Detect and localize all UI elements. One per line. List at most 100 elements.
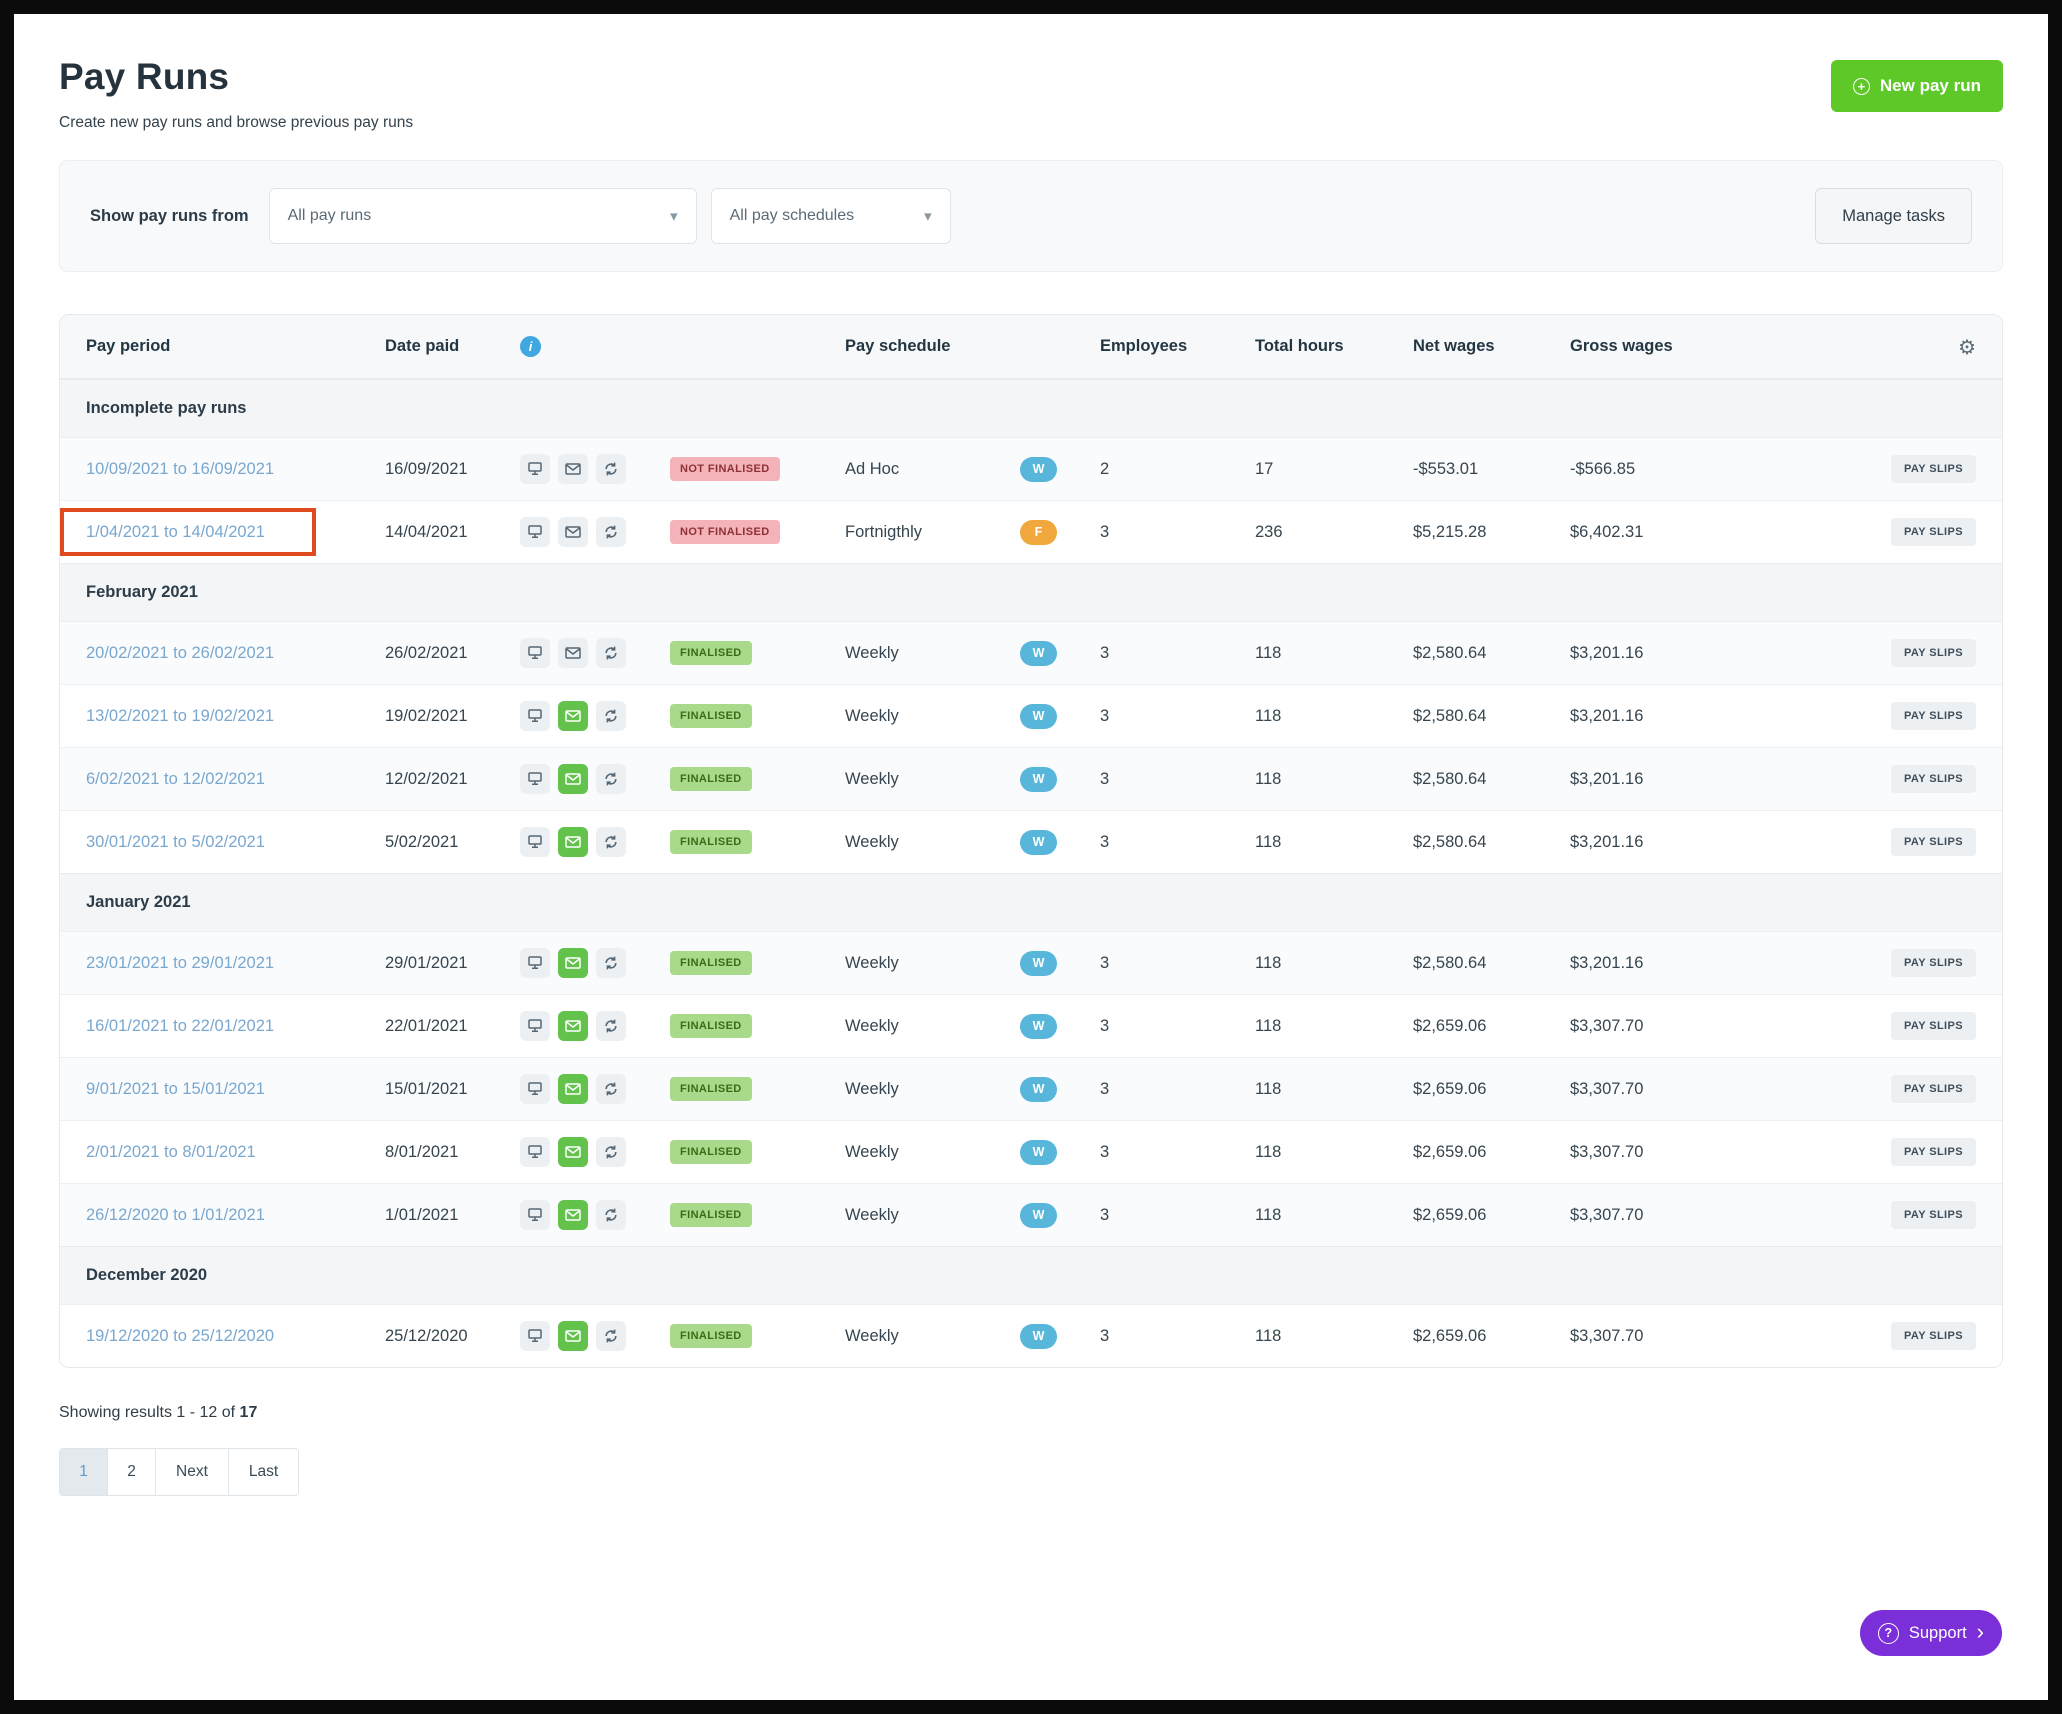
pay-period-link[interactable]: 10/09/2021 to 16/09/2021 — [86, 460, 274, 479]
pay-schedule-cell: Weekly — [835, 1121, 1010, 1183]
status-cell: FINALISED — [660, 995, 835, 1057]
recalculate-icon[interactable] — [596, 827, 626, 857]
recalculate-icon[interactable] — [596, 948, 626, 978]
row-actions-cell: PAY SLIPS — [1730, 811, 2002, 873]
status-badge: FINALISED — [670, 830, 752, 854]
journal-icon[interactable] — [520, 764, 550, 794]
pay-schedules-filter-dropdown[interactable]: All pay schedules ▾ — [711, 188, 951, 244]
pay-slips-button[interactable]: PAY SLIPS — [1891, 1322, 1976, 1350]
support-button[interactable]: ? Support › — [1860, 1610, 2002, 1656]
pay-slips-button[interactable]: PAY SLIPS — [1891, 1138, 1976, 1166]
recalculate-icon[interactable] — [596, 701, 626, 731]
pay-period-link[interactable]: 30/01/2021 to 5/02/2021 — [86, 833, 265, 852]
pay-slips-button[interactable]: PAY SLIPS — [1891, 1075, 1976, 1103]
journal-icon[interactable] — [520, 948, 550, 978]
pay-slips-button[interactable]: PAY SLIPS — [1891, 1012, 1976, 1040]
pay-period-link[interactable]: 23/01/2021 to 29/01/2021 — [86, 954, 274, 973]
pay-schedule-cell: Fortnigthly — [835, 501, 1010, 563]
pagination-next[interactable]: Next — [156, 1449, 229, 1495]
table-row: 9/01/2021 to 15/01/2021 15/01/2021 FINAL… — [60, 1057, 2002, 1120]
email-icon[interactable] — [558, 1137, 588, 1167]
frequency-cell: W — [1010, 1058, 1090, 1120]
header-actions: ⚙ — [1730, 315, 2002, 378]
group-label: Incomplete pay runs — [86, 399, 246, 418]
pagination-last[interactable]: Last — [229, 1449, 298, 1495]
status-badge: FINALISED — [670, 767, 752, 791]
info-icon[interactable]: i — [520, 336, 541, 357]
pay-period-link[interactable]: 26/12/2020 to 1/01/2021 — [86, 1206, 265, 1225]
pagination-page-2[interactable]: 2 — [108, 1449, 156, 1495]
pay-slips-button[interactable]: PAY SLIPS — [1891, 639, 1976, 667]
pay-slips-button[interactable]: PAY SLIPS — [1891, 1201, 1976, 1229]
frequency-cell: W — [1010, 1121, 1090, 1183]
table-row: 2/01/2021 to 8/01/2021 8/01/2021 FINALIS… — [60, 1120, 2002, 1183]
pay-slips-button[interactable]: PAY SLIPS — [1891, 518, 1976, 546]
row-action-icons — [510, 1305, 660, 1367]
journal-icon[interactable] — [520, 1074, 550, 1104]
net-wages-cell: $2,659.06 — [1403, 1184, 1560, 1246]
journal-icon[interactable] — [520, 1321, 550, 1351]
pay-period-link[interactable]: 1/04/2021 to 14/04/2021 — [86, 523, 265, 542]
email-icon[interactable] — [558, 948, 588, 978]
pagination-page-1[interactable]: 1 — [60, 1449, 108, 1495]
journal-icon[interactable] — [520, 638, 550, 668]
plus-circle-icon: + — [1853, 78, 1870, 95]
journal-icon[interactable] — [520, 827, 550, 857]
frequency-cell: W — [1010, 1305, 1090, 1367]
gear-icon[interactable]: ⚙ — [1958, 335, 1976, 359]
recalculate-icon[interactable] — [596, 1200, 626, 1230]
pay-period-link[interactable]: 13/02/2021 to 19/02/2021 — [86, 707, 274, 726]
journal-icon[interactable] — [520, 1137, 550, 1167]
journal-icon[interactable] — [520, 1011, 550, 1041]
header-status — [660, 315, 835, 378]
question-circle-icon: ? — [1878, 1623, 1899, 1644]
recalculate-icon[interactable] — [596, 638, 626, 668]
email-icon[interactable] — [558, 638, 588, 668]
recalculate-icon[interactable] — [596, 1074, 626, 1104]
pay-slips-button[interactable]: PAY SLIPS — [1891, 828, 1976, 856]
recalculate-icon[interactable] — [596, 517, 626, 547]
pay-period-link[interactable]: 16/01/2021 to 22/01/2021 — [86, 1017, 274, 1036]
net-wages-cell: $2,580.64 — [1403, 811, 1560, 873]
recalculate-icon[interactable] — [596, 1321, 626, 1351]
pay-period-link[interactable]: 2/01/2021 to 8/01/2021 — [86, 1143, 256, 1162]
pay-period-link[interactable]: 6/02/2021 to 12/02/2021 — [86, 770, 265, 789]
date-paid-cell: 25/12/2020 — [375, 1305, 510, 1367]
pay-slips-button[interactable]: PAY SLIPS — [1891, 765, 1976, 793]
recalculate-icon[interactable] — [596, 1011, 626, 1041]
email-icon[interactable] — [558, 1011, 588, 1041]
row-actions-cell: PAY SLIPS — [1730, 685, 2002, 747]
employees-cell: 3 — [1090, 685, 1245, 747]
pay-runs-filter-dropdown[interactable]: All pay runs ▾ — [269, 188, 697, 244]
pay-period-link[interactable]: 20/02/2021 to 26/02/2021 — [86, 644, 274, 663]
row-action-icons — [510, 932, 660, 994]
pagination: 12Next Last — [59, 1448, 299, 1496]
new-pay-run-button[interactable]: + New pay run — [1831, 60, 2003, 112]
journal-icon[interactable] — [520, 701, 550, 731]
email-icon[interactable] — [558, 517, 588, 547]
manage-tasks-button[interactable]: Manage tasks — [1815, 188, 1972, 244]
email-icon[interactable] — [558, 701, 588, 731]
employees-cell: 3 — [1090, 932, 1245, 994]
email-icon[interactable] — [558, 827, 588, 857]
pay-period-link[interactable]: 9/01/2021 to 15/01/2021 — [86, 1080, 265, 1099]
email-icon[interactable] — [558, 454, 588, 484]
email-icon[interactable] — [558, 1321, 588, 1351]
email-icon[interactable] — [558, 1074, 588, 1104]
recalculate-icon[interactable] — [596, 1137, 626, 1167]
pay-slips-button[interactable]: PAY SLIPS — [1891, 702, 1976, 730]
journal-icon[interactable] — [520, 454, 550, 484]
date-paid-cell: 29/01/2021 — [375, 932, 510, 994]
employees-cell: 3 — [1090, 1058, 1245, 1120]
email-icon[interactable] — [558, 764, 588, 794]
pay-period-link[interactable]: 19/12/2020 to 25/12/2020 — [86, 1327, 274, 1346]
journal-icon[interactable] — [520, 1200, 550, 1230]
recalculate-icon[interactable] — [596, 454, 626, 484]
email-icon[interactable] — [558, 1200, 588, 1230]
recalculate-icon[interactable] — [596, 764, 626, 794]
pay-slips-button[interactable]: PAY SLIPS — [1891, 455, 1976, 483]
journal-icon[interactable] — [520, 517, 550, 547]
header-pay-period: Pay period — [60, 315, 375, 378]
row-actions-cell: PAY SLIPS — [1730, 1184, 2002, 1246]
pay-slips-button[interactable]: PAY SLIPS — [1891, 949, 1976, 977]
